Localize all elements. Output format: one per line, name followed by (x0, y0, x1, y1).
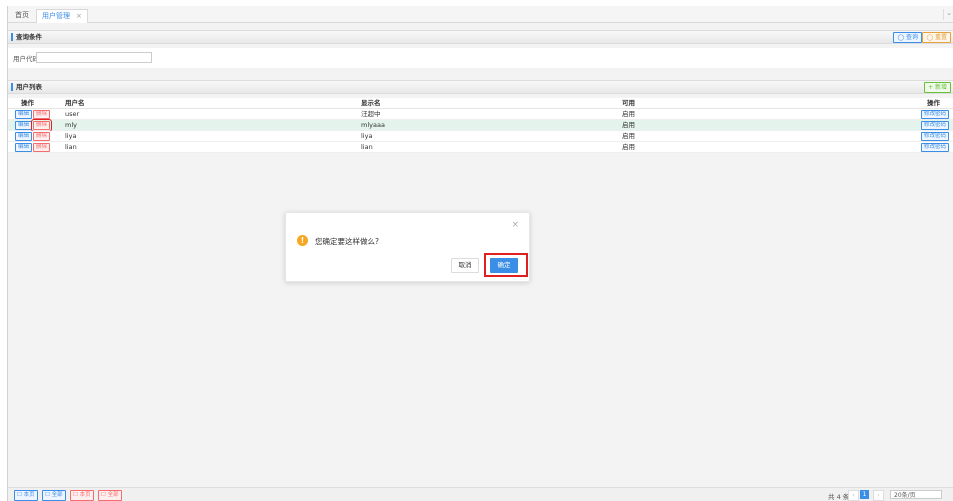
delete-page-button[interactable]: ☐ 本页 (70, 490, 94, 501)
edit-button[interactable]: 编辑 (15, 120, 33, 130)
list-panel-title: 用户列表 (11, 83, 42, 91)
cancel-button[interactable]: 取消 (451, 258, 479, 273)
cell-display: liya (361, 132, 373, 140)
chevron-down-icon[interactable]: ⌄ (943, 9, 953, 20)
col-enabled-header: 可用 (622, 99, 635, 107)
cell-enabled: 启用 (622, 132, 635, 140)
cell-enabled: 启用 (622, 143, 635, 151)
cell-username: user (65, 110, 80, 118)
export-page-button[interactable]: ☐ 本页 (14, 490, 38, 501)
change-password-button[interactable]: 修改密码 (920, 142, 949, 152)
delete-button[interactable]: 删除 (31, 118, 53, 132)
query-panel-title: 查询条件 (11, 33, 42, 41)
cell-username: mly (65, 121, 77, 129)
query-panel-header: 查询条件 ◯ 查询 ◯ 重置 (8, 30, 953, 44)
query-form: 用户代码 (8, 48, 953, 68)
row-ops: 编辑 删除 (15, 131, 51, 141)
list-panel-header: 用户列表 + 新增 (8, 80, 953, 94)
highlight-box (484, 253, 528, 277)
pager-total: 共 4 条 (828, 493, 850, 501)
tab-user-management-label: 用户管理 (42, 12, 70, 20)
cell-username: lian (65, 143, 77, 151)
cell-enabled: 启用 (622, 121, 635, 129)
close-icon[interactable]: × (76, 12, 82, 20)
col-username-header: 用户名 (65, 99, 85, 107)
change-password-button[interactable]: 修改密码 (920, 120, 949, 130)
col-action-header: 操作 (927, 99, 940, 107)
cell-username: liya (65, 132, 77, 140)
delete-button[interactable]: 删除 (33, 131, 51, 141)
warning-icon: ! (297, 235, 308, 246)
pager-prev-icon[interactable]: ‹ (848, 490, 859, 501)
delete-button[interactable]: 删除 (33, 142, 51, 152)
col-display-header: 显示名 (361, 99, 381, 107)
table-header: 操作 用户名 显示名 可用 操作 (8, 98, 953, 109)
table-row[interactable]: 编辑 删除 mly mlyaaa 启用 修改密码 (8, 118, 953, 132)
reset-button[interactable]: ◯ 重置 (922, 32, 951, 43)
table-footer: ☐ 本页 ☐ 全部 ☐ 本页 ☐ 全部 共 4 条 ‹ 1 › 20条/页 (8, 487, 953, 501)
change-password-button[interactable]: 修改密码 (920, 109, 949, 119)
cell-display: mlyaaa (361, 121, 385, 129)
cell-display: 汪超中 (361, 110, 381, 118)
delete-button[interactable]: 删除 (33, 109, 51, 119)
tab-home[interactable]: 首页 (10, 9, 34, 22)
add-button[interactable]: + 新增 (924, 82, 951, 93)
close-icon[interactable]: × (511, 220, 519, 230)
pager-next-icon[interactable]: › (873, 490, 884, 501)
tab-bar: 首页 用户管理 × ⌄ (8, 6, 953, 23)
edit-button[interactable]: 编辑 (15, 142, 33, 152)
confirm-message: 您确定要这样做么? (315, 237, 379, 246)
cell-display: lian (361, 143, 373, 151)
change-password-button[interactable]: 修改密码 (920, 131, 949, 141)
search-button[interactable]: ◯ 查询 (893, 32, 922, 43)
tab-user-management[interactable]: 用户管理 × (36, 9, 88, 23)
pager-page-1[interactable]: 1 (860, 490, 869, 499)
user-table: 操作 用户名 显示名 可用 操作 编辑 删除 user 汪超中 启用 修改密码 编… (8, 98, 953, 153)
delete-all-button[interactable]: ☐ 全部 (98, 490, 122, 501)
row-ops: 编辑 删除 (15, 142, 51, 152)
table-row[interactable]: 编辑 删除 lian lian 启用 修改密码 (8, 142, 953, 153)
cell-enabled: 启用 (622, 110, 635, 118)
page-size-select[interactable]: 20条/页 (890, 490, 942, 499)
export-all-button[interactable]: ☐ 全部 (42, 490, 66, 501)
table-row[interactable]: 编辑 删除 liya liya 启用 修改密码 (8, 131, 953, 142)
user-code-input[interactable] (36, 52, 152, 63)
table-row[interactable]: 编辑 删除 user 汪超中 启用 修改密码 (8, 109, 953, 120)
row-ops: 编辑 删除 (15, 109, 51, 119)
col-op-header: 操作 (21, 99, 34, 107)
row-ops: 编辑 删除 (15, 118, 53, 132)
edit-button[interactable]: 编辑 (15, 131, 33, 141)
edit-button[interactable]: 编辑 (15, 109, 33, 119)
